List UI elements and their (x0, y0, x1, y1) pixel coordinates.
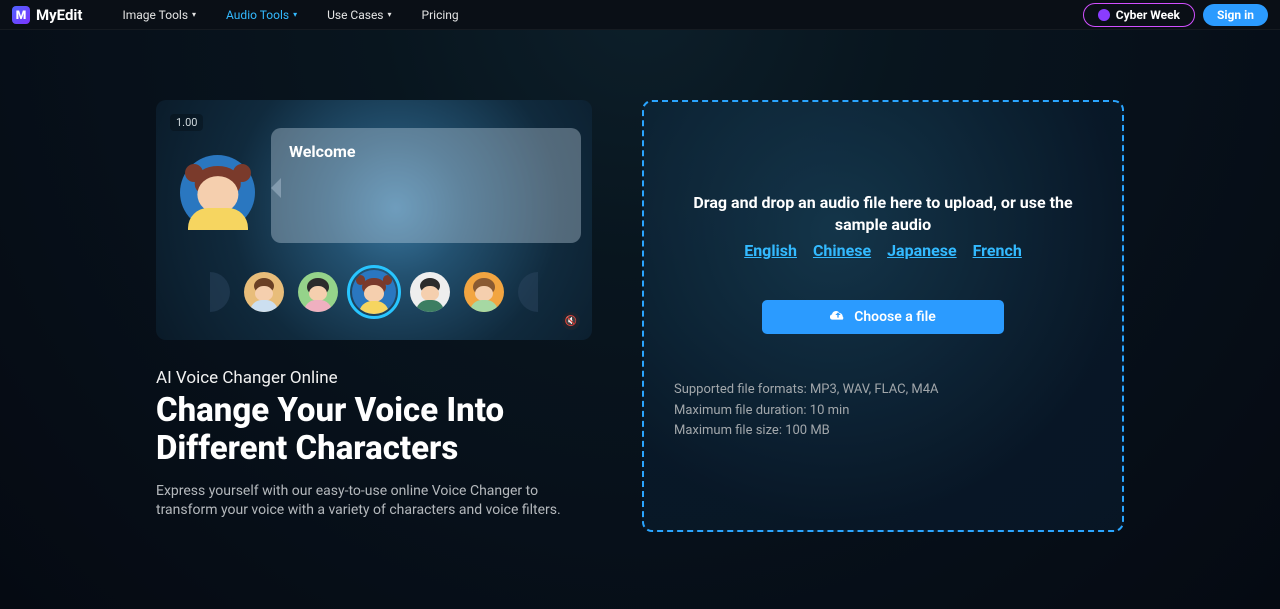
dropzone-text: Drag and drop an audio file here to uplo… (674, 192, 1092, 237)
dropzone-text-line: sample audio (835, 215, 931, 234)
character-avatar[interactable] (298, 272, 338, 312)
hero-headline: Change Your Voice Into Different Charact… (156, 392, 592, 468)
speech-bubble: Welcome (271, 128, 581, 243)
signin-label: Sign in (1217, 8, 1254, 22)
limit-duration: Maximum file duration: 10 min (674, 401, 1092, 422)
sample-link-japanese[interactable]: Japanese (887, 241, 957, 260)
choose-file-button[interactable]: Choose a file (762, 300, 1004, 334)
hero-description: Express yourself with our easy-to-use on… (156, 482, 576, 521)
sample-language-links: English Chinese Japanese French (674, 241, 1092, 260)
nav-audio-tools[interactable]: Audio Tools ▾ (226, 8, 297, 22)
nav-pricing[interactable]: Pricing (422, 8, 459, 22)
character-carousel[interactable] (210, 270, 538, 314)
top-nav: M MyEdit Image Tools ▾ Audio Tools ▾ Use… (0, 0, 1280, 30)
upload-dropzone[interactable]: Drag and drop an audio file here to uplo… (642, 100, 1124, 532)
mute-button[interactable]: 🔇 (562, 312, 580, 330)
sample-link-english[interactable]: English (744, 241, 797, 260)
left-column: 1.00 Welcome (156, 100, 592, 532)
dropzone-text-line: Drag and drop an audio file here to uplo… (693, 193, 1072, 212)
brand[interactable]: M MyEdit (12, 6, 82, 24)
nav-image-tools[interactable]: Image Tools ▾ (122, 8, 196, 22)
selected-character-avatar (180, 155, 255, 230)
nav-label: Audio Tools (226, 8, 289, 22)
preview-card: 1.00 Welcome (156, 100, 592, 340)
nav-items: Image Tools ▾ Audio Tools ▾ Use Cases ▾ … (122, 8, 458, 22)
sample-link-chinese[interactable]: Chinese (813, 241, 871, 260)
choose-file-label: Choose a file (854, 309, 936, 325)
cyber-week-button[interactable]: Cyber Week (1083, 3, 1195, 27)
cyber-week-label: Cyber Week (1116, 8, 1180, 22)
nav-label: Image Tools (122, 8, 188, 22)
character-avatar-selected[interactable] (352, 270, 396, 314)
timer-label: 1.00 (170, 114, 203, 131)
cloud-upload-icon (830, 308, 846, 326)
carousel-next-peek[interactable] (518, 272, 538, 312)
brand-logo-icon: M (12, 6, 30, 24)
chevron-down-icon: ▾ (388, 10, 392, 19)
main-content: 1.00 Welcome (0, 30, 1280, 532)
limit-size: Maximum file size: 100 MB (674, 421, 1092, 442)
character-avatar[interactable] (464, 272, 504, 312)
hero-subtitle: AI Voice Changer Online (156, 368, 592, 388)
limit-formats: Supported file formats: MP3, WAV, FLAC, … (674, 380, 1092, 401)
nav-label: Use Cases (327, 8, 383, 22)
character-avatar[interactable] (244, 272, 284, 312)
chevron-down-icon: ▾ (192, 10, 196, 19)
speech-text: Welcome (289, 142, 356, 161)
promo-icon (1098, 9, 1110, 21)
chevron-down-icon: ▾ (293, 10, 297, 19)
signin-button[interactable]: Sign in (1203, 4, 1268, 26)
nav-use-cases[interactable]: Use Cases ▾ (327, 8, 391, 22)
upload-limits: Supported file formats: MP3, WAV, FLAC, … (674, 380, 1092, 442)
speaker-muted-icon: 🔇 (565, 316, 577, 327)
sample-link-french[interactable]: French (973, 241, 1022, 260)
nav-label: Pricing (422, 8, 459, 22)
brand-name: MyEdit (36, 6, 82, 24)
character-avatar[interactable] (410, 272, 450, 312)
carousel-prev-peek[interactable] (210, 272, 230, 312)
